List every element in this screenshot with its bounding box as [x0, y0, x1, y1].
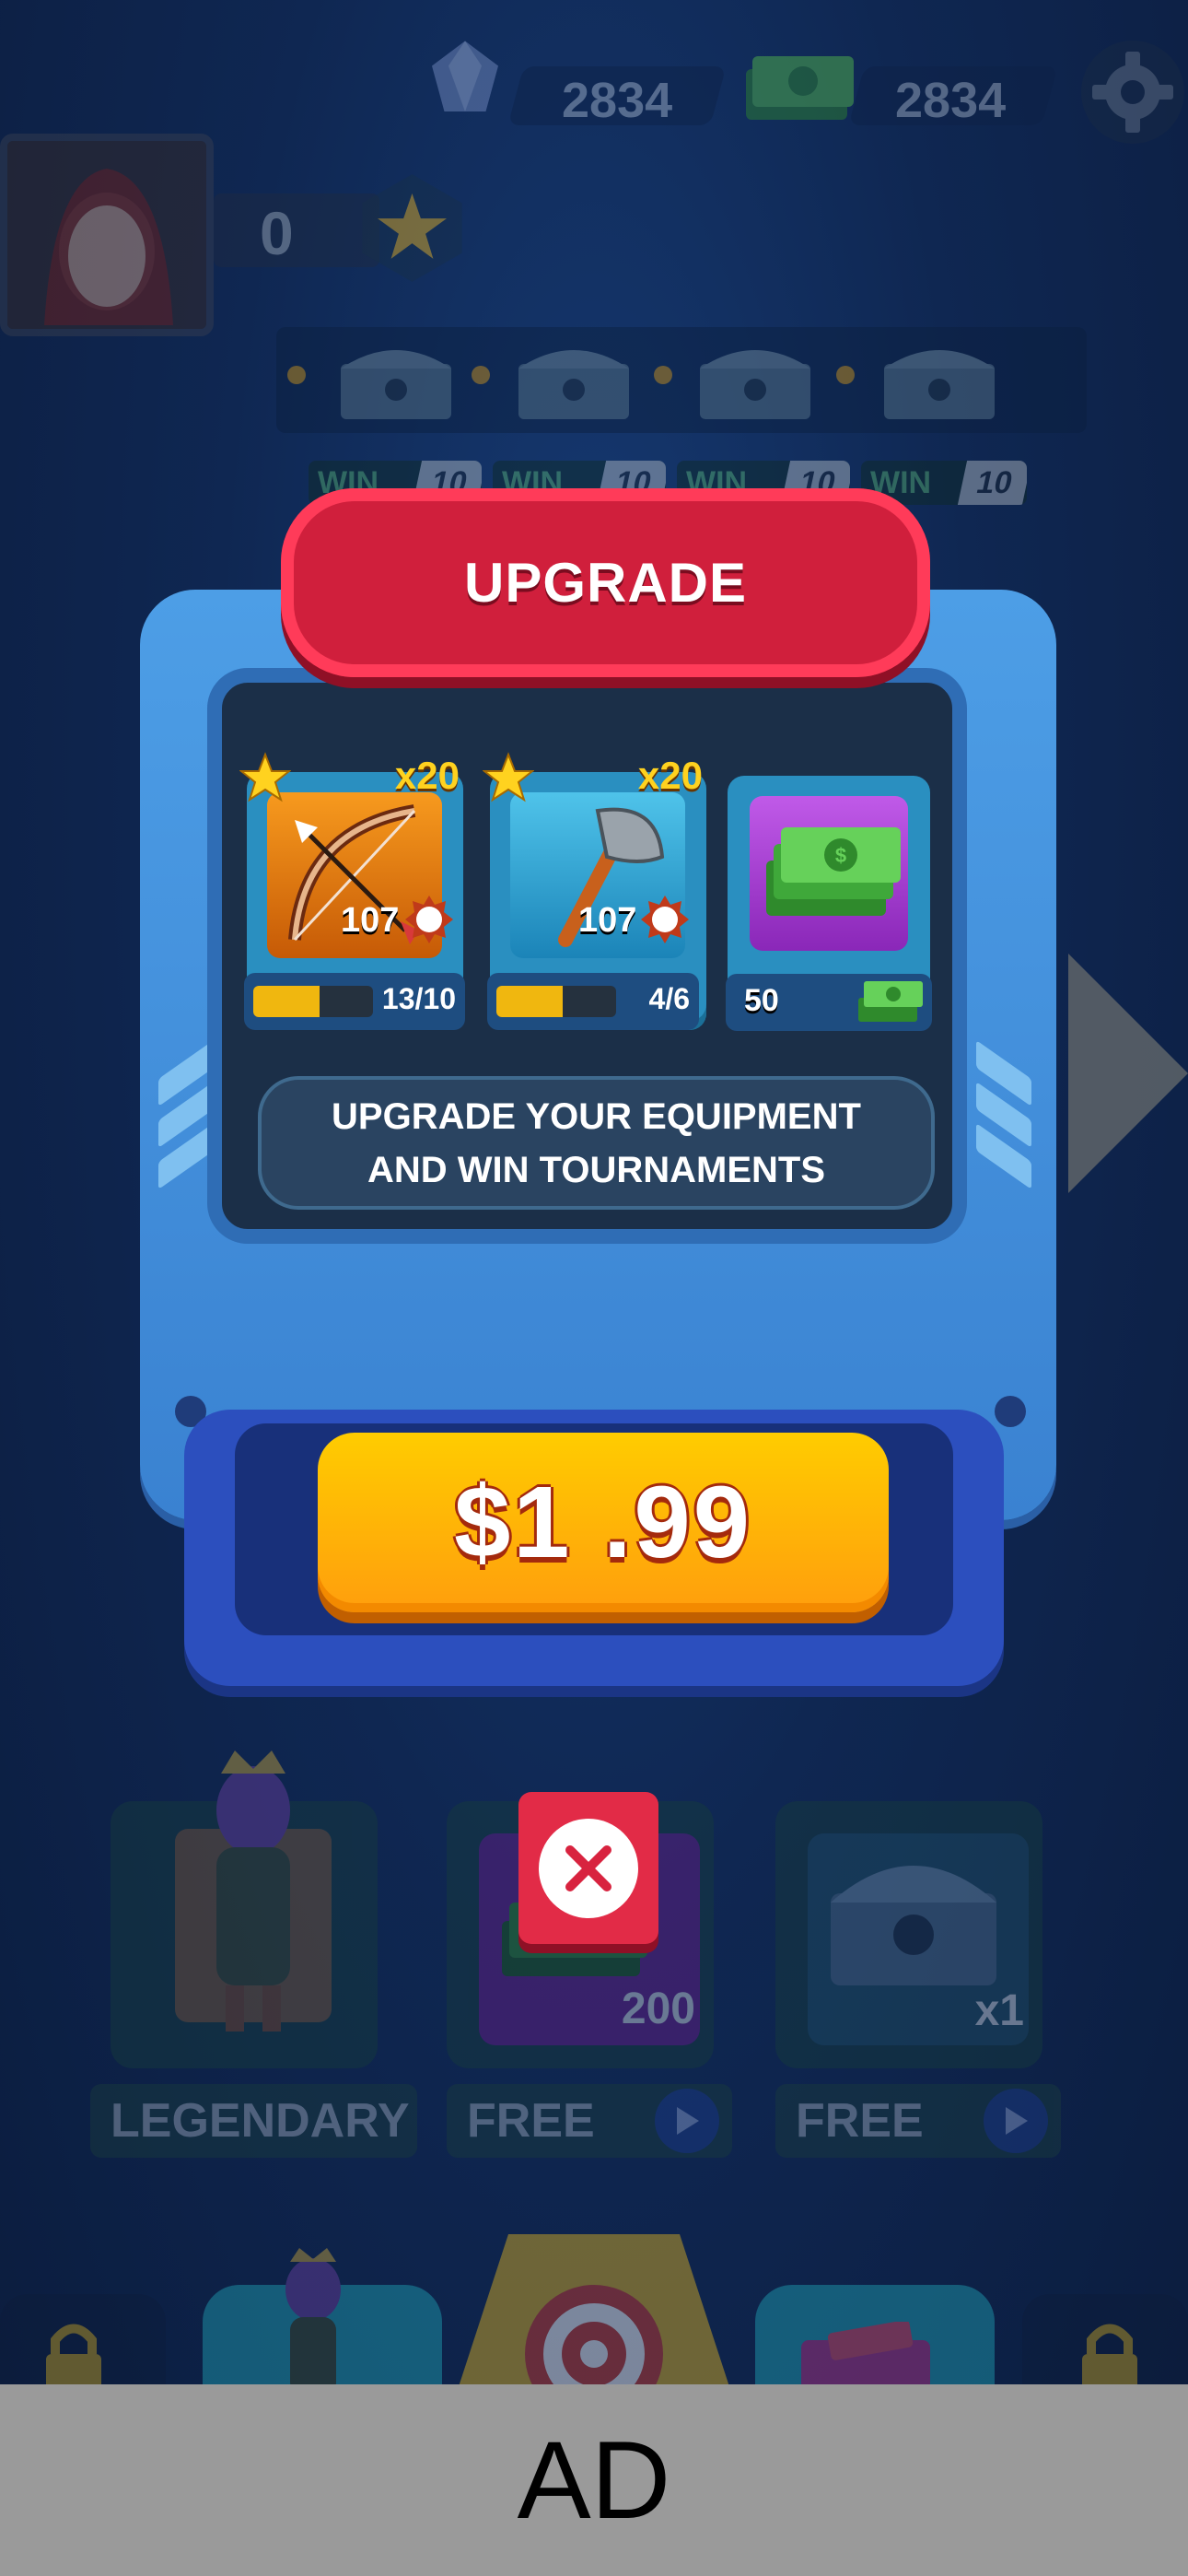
chest-icon — [700, 350, 810, 419]
archer-queen-icon — [175, 1751, 332, 2032]
avatar-portrait-icon — [7, 141, 206, 329]
watch-ad-play-icon[interactable] — [984, 2089, 1048, 2153]
offer-item-bow: x20 107 13/10 — [239, 752, 465, 1030]
lock-icon[interactable] — [1073, 2317, 1147, 2391]
item-quantity: x20 — [637, 754, 703, 797]
shop-item-amount: 200 — [621, 1985, 695, 2033]
price-label: $1 .99 — [454, 1466, 752, 1579]
shop-item-amount: x1 — [974, 1986, 1024, 2035]
ad-label: AD — [517, 2418, 671, 2542]
cash-amount: 50 — [744, 983, 779, 1018]
hero-icon — [285, 2248, 341, 2395]
settings-gear-icon[interactable] — [1077, 37, 1188, 147]
shop-item-free-chest[interactable]: x1 — [775, 1801, 1061, 2087]
shop-label-free[interactable]: FREE — [447, 2084, 732, 2158]
next-offer-arrow-icon[interactable] — [1068, 954, 1188, 1193]
track-dot-icon — [654, 366, 672, 384]
item-amount-bar: 50 — [726, 974, 932, 1031]
buy-price-button[interactable]: $1 .99 — [318, 1433, 889, 1612]
progress-text: 13/10 — [381, 982, 456, 1015]
gems-count: 2834 — [562, 73, 673, 128]
progress-fill — [253, 986, 320, 1017]
ad-banner[interactable]: AD — [0, 2384, 1188, 2576]
star-count: 0 — [260, 199, 294, 267]
svg-text:$: $ — [835, 844, 846, 867]
chest-icon — [831, 1866, 996, 1985]
star-icon — [483, 752, 534, 802]
item-progress: 13/10 — [244, 973, 465, 1030]
cash-mini-icon — [858, 981, 923, 1022]
cash-icon — [746, 56, 854, 120]
popup-title: UPGRADE — [463, 552, 748, 614]
watch-ad-play-icon[interactable] — [655, 2089, 719, 2153]
gem-icon — [432, 41, 498, 111]
cash-stack-icon: $ — [766, 827, 901, 916]
progress-text: 4/6 — [648, 982, 690, 1015]
shop-label-legendary: LEGENDARY — [90, 2084, 417, 2158]
star-badge-icon — [362, 174, 462, 282]
power-fist-icon — [405, 896, 453, 943]
item-level: 107 — [578, 901, 637, 940]
cash-count: 2834 — [895, 73, 1007, 128]
close-icon — [565, 1844, 611, 1891]
popup-title-banner: UPGRADE — [281, 488, 930, 677]
chest-icon — [518, 350, 629, 419]
progress-fill — [496, 986, 563, 1017]
lock-icon[interactable] — [37, 2317, 111, 2391]
offer-item-cash: $ 50 — [726, 776, 932, 1031]
track-dot-icon — [836, 366, 855, 384]
chest-icon — [884, 350, 995, 419]
close-popup-button[interactable] — [518, 1792, 658, 1944]
bottom-navbar — [0, 2230, 1188, 2409]
star-icon — [239, 752, 291, 802]
top-bar: 2834 2834 — [0, 0, 1188, 147]
item-level: 107 — [341, 901, 400, 940]
offer-item-axe: x20 107 4/6 — [483, 752, 706, 1030]
shop-item-legendary[interactable] — [111, 1751, 396, 2087]
player-avatar[interactable] — [0, 134, 214, 336]
chest-icon — [341, 350, 451, 419]
item-progress: 4/6 — [487, 973, 699, 1030]
item-quantity: x20 — [394, 754, 460, 797]
offer-description: UPGRADE YOUR EQUIPMENT AND WIN TOURNAMEN… — [258, 1076, 935, 1210]
track-dot-icon — [287, 366, 306, 384]
track-dot-icon — [472, 366, 490, 384]
power-fist-icon — [641, 896, 689, 943]
panel-rivet — [995, 1396, 1026, 1427]
shop-label-free[interactable]: FREE — [775, 2084, 1061, 2158]
